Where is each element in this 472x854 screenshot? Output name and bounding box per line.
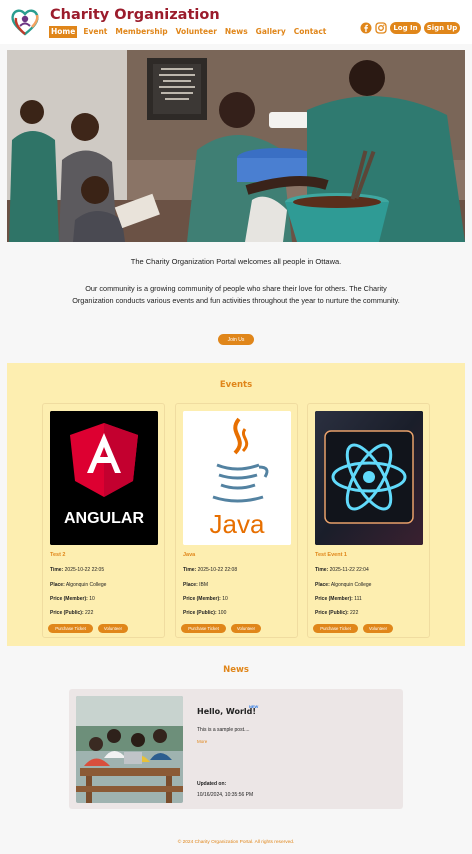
instagram-icon[interactable]	[375, 22, 387, 34]
news-updated-label: Updated on:	[197, 781, 227, 787]
angular-logo-image: ANGULAR	[50, 411, 158, 545]
event-card: Java Java Time: 2025-10-22 22:08 Place: …	[175, 403, 298, 638]
event-title: Java	[183, 552, 196, 558]
event-time-row: Time: 2025-10-22 22:08	[183, 567, 237, 573]
intro-description: Our community is a growing community of …	[72, 284, 400, 305]
event-title: Test Event 1	[315, 552, 347, 558]
signup-button[interactable]: Sign Up	[424, 22, 460, 34]
event-price-member-label: Price (Member):	[315, 596, 353, 602]
event-time: 2025-10-22 22:08	[197, 567, 238, 573]
news-more-link[interactable]: More	[197, 739, 207, 744]
purchase-ticket-button[interactable]: Purchase Ticket	[313, 624, 358, 633]
new-badge: NEW	[249, 704, 259, 709]
login-button[interactable]: Log In	[390, 22, 421, 34]
event-place: Algonquin College	[330, 582, 372, 588]
event-price-public: 100	[218, 610, 227, 616]
events-title: Events	[219, 380, 253, 390]
event-title: Test 2	[50, 552, 66, 558]
nav-volunteer[interactable]: Volunteer	[174, 26, 219, 38]
hero-image	[7, 50, 465, 242]
event-price-member-row: Price (Member): 111	[315, 596, 362, 602]
facebook-icon[interactable]	[360, 22, 372, 34]
volunteer-button[interactable]: Volunteer	[231, 624, 261, 633]
event-card: ANGULAR Test 2 Time: 2025-10-22 22:05 Pl…	[42, 403, 165, 638]
purchase-ticket-button[interactable]: Purchase Ticket	[181, 624, 226, 633]
event-time-row: Time: 2025-11-22 22:04	[315, 567, 369, 573]
java-logo-image: Java	[183, 411, 291, 545]
volunteer-button[interactable]: Volunteer	[98, 624, 128, 633]
event-time: 2025-10-22 22:05	[64, 567, 105, 573]
volunteer-button[interactable]: Volunteer	[363, 624, 393, 633]
event-price-member-row: Price (Member): 10	[50, 596, 95, 602]
nav-event[interactable]: Event	[81, 26, 109, 38]
news-card: Hello, World! NEW This is a sample post.…	[69, 689, 403, 809]
event-price-member-row: Price (Member): 10	[183, 596, 228, 602]
event-price-member: 10	[222, 596, 228, 602]
nav-home[interactable]: Home	[49, 26, 78, 38]
event-price-public-row: Price (Public): 222	[50, 610, 93, 616]
event-place: IBM	[199, 582, 209, 588]
news-title: News	[223, 665, 249, 675]
event-time: 2025-11-22 22:04	[329, 567, 369, 573]
event-time-row: Time: 2025-10-22 22:05	[50, 567, 104, 573]
nav-contact[interactable]: Contact	[292, 26, 329, 38]
news-updated-value: 10/16/2024, 10:35:56 PM	[197, 792, 254, 798]
nav-gallery[interactable]: Gallery	[254, 26, 288, 38]
event-place-label: Place:	[50, 582, 65, 588]
event-time-label: Time:	[315, 567, 329, 573]
site-title[interactable]: Charity Organization	[50, 7, 220, 23]
event-price-public-label: Price (Public):	[50, 610, 84, 616]
news-image	[76, 696, 183, 803]
welcome-text: The Charity Organization Portal welcomes…	[130, 257, 342, 266]
event-price-member-label: Price (Member):	[50, 596, 88, 602]
event-price-public: 222	[350, 610, 359, 616]
nav-news[interactable]: News	[223, 26, 250, 38]
event-time-label: Time:	[50, 567, 64, 573]
footer-copyright: © 2024 Charity Organization Portal. All …	[177, 840, 295, 845]
event-place-row: Place: IBM	[183, 582, 208, 588]
event-place-row: Place: Algonquin College	[315, 582, 371, 588]
purchase-ticket-button[interactable]: Purchase Ticket	[48, 624, 93, 633]
event-time-label: Time:	[183, 567, 197, 573]
news-body: This is a sample post....	[197, 727, 250, 733]
event-price-public-row: Price (Public): 100	[183, 610, 226, 616]
nav-membership[interactable]: Membership	[113, 26, 169, 38]
react-logo-image	[315, 411, 423, 545]
main-nav: Home Event Membership Volunteer News Gal…	[49, 26, 328, 38]
angular-logo-text: ANGULAR	[64, 510, 144, 527]
event-price-public-row: Price (Public): 222	[315, 610, 358, 616]
logo-heart-icon[interactable]	[10, 8, 40, 36]
event-price-public-label: Price (Public):	[315, 610, 349, 616]
event-place-label: Place:	[315, 582, 330, 588]
news-heading[interactable]: Hello, World!	[197, 707, 256, 716]
event-card: Test Event 1 Time: 2025-11-22 22:04 Plac…	[307, 403, 430, 638]
java-logo-text: Java	[210, 509, 265, 539]
event-price-public: 222	[85, 610, 94, 616]
events-section: Events ANGULAR Test 2 Time: 2025-10-22 2…	[7, 363, 465, 646]
event-price-public-label: Price (Public):	[183, 610, 217, 616]
event-price-member: 10	[89, 596, 95, 602]
join-us-button[interactable]: Join Us	[218, 334, 254, 345]
event-place: Algonquin College	[65, 582, 107, 588]
header: Charity Organization Home Event Membersh…	[0, 0, 472, 44]
event-price-member: 111	[354, 596, 362, 602]
event-place-row: Place: Algonquin College	[50, 582, 106, 588]
event-place-label: Place:	[183, 582, 198, 588]
event-price-member-label: Price (Member):	[183, 596, 221, 602]
